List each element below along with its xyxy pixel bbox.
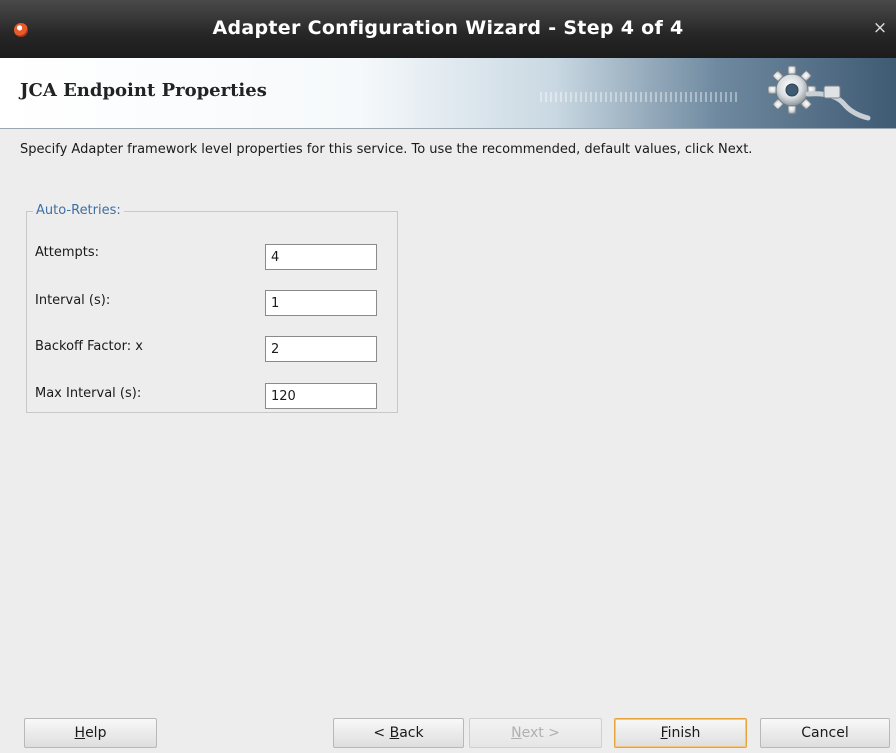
next-label: ext > bbox=[521, 725, 560, 741]
auto-retries-group: Auto-Retries: Attempts: Interval (s): Ba… bbox=[26, 203, 398, 413]
window-title: Adapter Configuration Wizard - Step 4 of… bbox=[212, 17, 684, 39]
window-titlebar: Adapter Configuration Wizard - Step 4 of… bbox=[0, 0, 896, 58]
next-mnemonic: N bbox=[511, 725, 522, 741]
wizard-description: Specify Adapter framework level properti… bbox=[20, 142, 753, 157]
max-interval-field[interactable] bbox=[265, 383, 377, 409]
interval-label: Interval (s): bbox=[35, 293, 111, 308]
wizard-header: JCA Endpoint Properties bbox=[0, 58, 896, 129]
back-prefix: < bbox=[373, 725, 390, 741]
back-label: ack bbox=[399, 725, 424, 741]
help-label: elp bbox=[85, 725, 107, 741]
group-legend: Auto-Retries: bbox=[33, 203, 124, 218]
next-button[interactable]: Next > bbox=[469, 718, 602, 748]
close-icon[interactable]: × bbox=[870, 18, 890, 38]
attempts-field[interactable] bbox=[265, 244, 377, 270]
finish-label: inish bbox=[667, 725, 701, 741]
help-button[interactable]: Help bbox=[24, 718, 157, 748]
finish-mnemonic: F bbox=[660, 725, 668, 741]
gear-plug-icon bbox=[767, 65, 871, 121]
interval-field[interactable] bbox=[265, 290, 377, 316]
backoff-factor-label: Backoff Factor: x bbox=[35, 339, 143, 354]
page-title: JCA Endpoint Properties bbox=[20, 80, 267, 101]
banner-decoration bbox=[540, 92, 740, 102]
back-button[interactable]: < Back bbox=[333, 718, 464, 748]
help-mnemonic: H bbox=[74, 725, 86, 741]
back-mnemonic: B bbox=[389, 725, 400, 741]
max-interval-label: Max Interval (s): bbox=[35, 386, 142, 401]
attempts-label: Attempts: bbox=[35, 245, 100, 260]
cancel-button[interactable]: Cancel bbox=[760, 718, 890, 748]
backoff-factor-field[interactable] bbox=[265, 336, 377, 362]
finish-button[interactable]: Finish bbox=[614, 718, 747, 748]
